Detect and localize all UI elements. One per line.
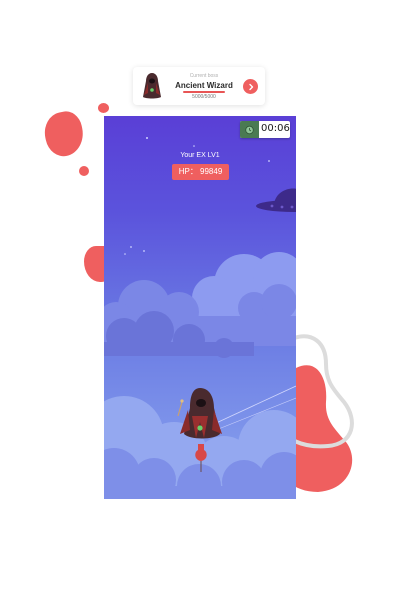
star — [268, 160, 270, 162]
ufo-icon — [256, 188, 296, 212]
game-timer: 00:06 — [240, 121, 290, 138]
star — [143, 250, 145, 252]
game-screen[interactable]: 00:06 Your EX LV1 HP： 99849 — [104, 116, 296, 499]
player-level-label: Your EX LV1 — [180, 152, 220, 159]
boss-name: Ancient Wizard — [175, 81, 233, 90]
screenshot-stage: Current boss Ancient Wizard 5000/5000 00… — [0, 0, 400, 600]
decor-dot — [79, 166, 89, 176]
boss-hp-bar-fill — [183, 91, 225, 93]
star — [193, 145, 195, 147]
decor-dot — [98, 103, 109, 113]
current-boss-card[interactable]: Current boss Ancient Wizard 5000/5000 — [133, 67, 265, 105]
boss-hp-bar — [183, 91, 225, 93]
boss-subtitle: Current boss — [189, 73, 219, 79]
timer-text: 00:06 — [261, 123, 290, 134]
boss-go-button[interactable] — [243, 79, 258, 94]
boss-hp-text: 5000/5000 — [192, 94, 216, 100]
star — [124, 253, 126, 255]
star — [130, 246, 132, 248]
decor-blob — [40, 108, 88, 160]
star — [146, 137, 148, 139]
player-hp-badge: HP： 99849 — [172, 164, 229, 180]
alarm-clock-icon — [240, 121, 259, 138]
boss-portrait-icon — [143, 73, 161, 99]
chevron-right-icon — [248, 83, 253, 90]
